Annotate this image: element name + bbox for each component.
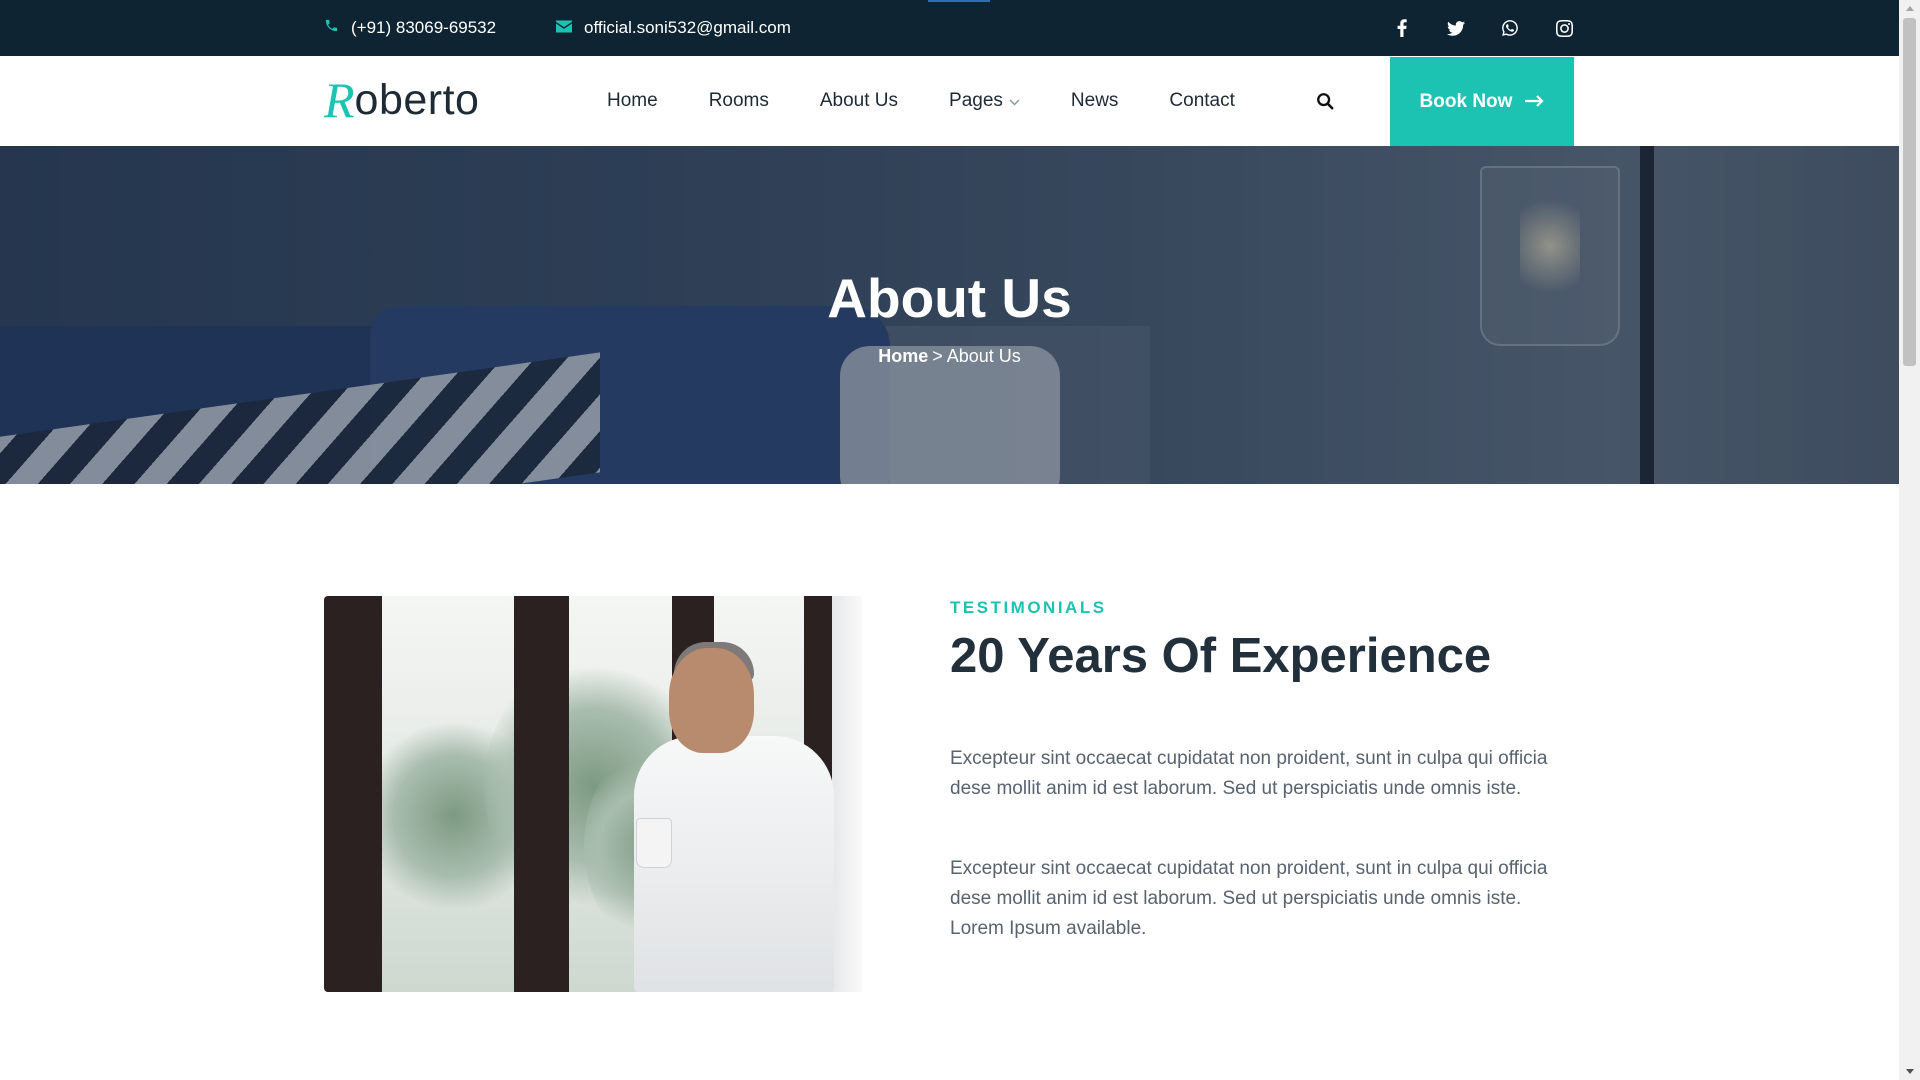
logo-wordmark: oberto [354, 75, 480, 124]
breadcrumb-home-link[interactable]: Home [878, 346, 928, 367]
breadcrumb: Home > About Us [0, 346, 1899, 367]
nav-menu: Home Rooms About Us Pages News Contact [607, 56, 1286, 146]
nav-item-about-us[interactable]: About Us [820, 90, 898, 112]
nav-item-news[interactable]: News [1071, 90, 1119, 112]
book-now-button[interactable]: Book Now [1390, 57, 1574, 146]
top-bar: (+91) 83069-69532 official.soni532@gmail… [0, 0, 1899, 56]
page-hero-banner: About Us Home > About Us [0, 146, 1899, 484]
about-paragraph: Excepteur sint occaecat cupidatat non pr… [950, 748, 1548, 799]
twitter-icon[interactable] [1446, 18, 1466, 38]
nav-item-pages[interactable]: Pages [949, 90, 1020, 112]
section-title: 20 Years Of Experience [950, 629, 1492, 683]
social-links [1392, 0, 1574, 56]
section-subtitle: TESTIMONIALS [950, 598, 1107, 617]
main-navbar: R oberto Home Rooms About Us Pages News … [0, 56, 1899, 146]
site-logo[interactable]: R oberto [324, 70, 479, 130]
page-title: About Us [827, 267, 1072, 329]
contact-email[interactable]: official.soni532@gmail.com [556, 0, 791, 56]
breadcrumb-current: About Us [946, 346, 1021, 366]
email-address: official.soni532@gmail.com [584, 18, 791, 37]
about-photo-guest-with-coffee [324, 596, 862, 992]
phone-icon [324, 18, 339, 38]
scroll-up-arrow-icon[interactable] [1899, 0, 1920, 17]
nav-item-home[interactable]: Home [607, 90, 658, 112]
top-accent-line [928, 0, 990, 2]
about-paragraph: Excepteur sint occaecat cupidatat non pr… [950, 858, 1548, 939]
coffee-mug [636, 818, 672, 868]
book-now-label: Book Now [1419, 90, 1513, 112]
contact-phone[interactable]: (+91) 83069-69532 [324, 0, 496, 56]
nav-item-contact[interactable]: Contact [1169, 90, 1234, 112]
phone-number: (+91) 83069-69532 [351, 18, 497, 37]
arrow-right-icon [1524, 91, 1544, 113]
scroll-down-arrow-icon[interactable] [1899, 1063, 1920, 1080]
logo-initial: R [324, 72, 355, 128]
breadcrumb-separator: > [932, 346, 943, 366]
chevron-down-icon [1009, 90, 1020, 112]
page-scrollbar[interactable] [1899, 0, 1920, 1080]
search-icon[interactable] [1316, 92, 1336, 112]
instagram-icon[interactable] [1554, 18, 1574, 38]
nav-item-rooms[interactable]: Rooms [709, 90, 769, 112]
whatsapp-icon[interactable] [1500, 18, 1520, 38]
facebook-icon[interactable] [1392, 18, 1412, 38]
envelope-icon [556, 18, 572, 38]
scrollbar-thumb[interactable] [1903, 18, 1916, 366]
